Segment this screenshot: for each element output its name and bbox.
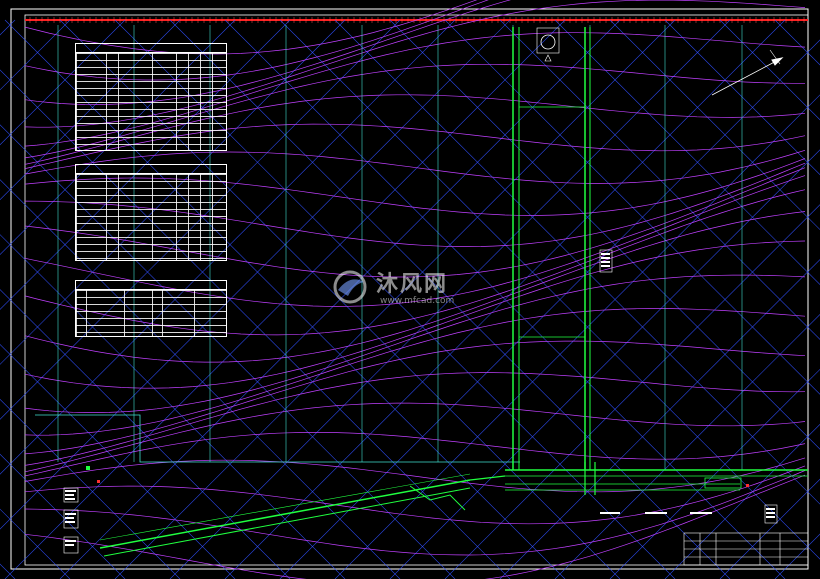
contour-line [24, 465, 806, 525]
legend-table-2-title [76, 165, 226, 174]
contour-line [24, 372, 806, 466]
grid-line [664, 423, 820, 579]
title-block [683, 532, 809, 566]
road-alignment [505, 462, 808, 495]
red-markers [97, 480, 749, 487]
legend-table-2 [75, 164, 227, 261]
legend-table-1 [75, 43, 227, 151]
contour-line [24, 470, 806, 556]
contour-line [24, 457, 806, 493]
grid-line [609, 19, 820, 231]
vertical-alignment [512, 27, 591, 470]
grid-line [719, 19, 820, 121]
grid-line [774, 533, 820, 579]
legend-table-3-title [76, 281, 226, 290]
grid-line [774, 19, 820, 66]
grid-line [664, 19, 820, 176]
grid-line [0, 563, 16, 579]
grid-line [609, 368, 820, 579]
map-boundary-notch [35, 414, 520, 463]
green-marker [86, 466, 90, 470]
grid-line [719, 478, 820, 579]
legend-table-1-title [76, 44, 226, 53]
grid-line [334, 94, 820, 579]
grid-line [334, 19, 820, 505]
legend-table-3 [75, 280, 227, 337]
grid-line [444, 204, 820, 579]
grid-line [0, 19, 16, 36]
grid-line [444, 19, 820, 395]
